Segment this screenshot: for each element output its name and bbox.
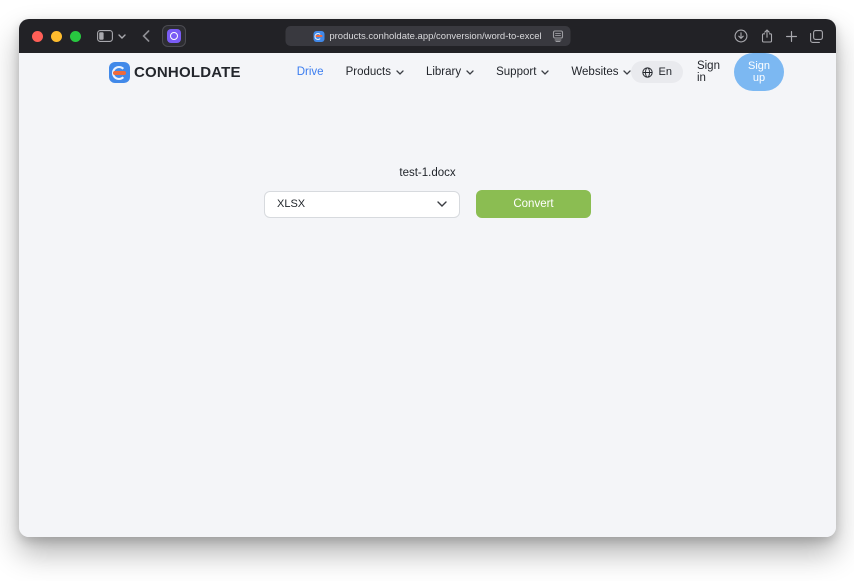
download-icon (734, 29, 748, 43)
browser-window: products.conholdate.app/conversion/word-… (19, 19, 836, 537)
chevron-down-icon (118, 34, 126, 39)
header-actions: En Sign in Sign up (631, 53, 784, 91)
address-text: products.conholdate.app/conversion/word-… (329, 31, 541, 42)
site-header: CONHOLDATE Drive Products Library (19, 53, 836, 91)
language-label: En (658, 66, 671, 78)
close-window-button[interactable] (32, 31, 43, 42)
nav-label: Library (426, 66, 461, 78)
page-content: CONHOLDATE Drive Products Library (19, 53, 836, 537)
downloads-button[interactable] (734, 29, 748, 43)
chevron-down-icon (466, 70, 474, 75)
tab-group-menu-button[interactable] (118, 34, 126, 39)
back-button[interactable] (142, 30, 150, 42)
nav-label: Websites (571, 66, 618, 78)
sign-up-button[interactable]: Sign up (734, 53, 784, 91)
site-favicon-icon (313, 31, 324, 42)
main-nav: Drive Products Library Support (297, 66, 632, 78)
file-name: test-1.docx (19, 167, 836, 179)
window-controls (32, 31, 81, 42)
globe-icon (642, 67, 653, 78)
share-icon (761, 29, 773, 43)
nav-item-products[interactable]: Products (346, 66, 404, 78)
tab-overview-button[interactable] (810, 30, 823, 43)
convert-button[interactable]: Convert (476, 190, 591, 218)
brand-logo[interactable]: CONHOLDATE (109, 62, 241, 83)
nav-label: Drive (297, 66, 324, 78)
chevron-down-icon (396, 70, 404, 75)
tabs-icon (810, 30, 823, 43)
fullscreen-window-button[interactable] (70, 31, 81, 42)
browser-titlebar: products.conholdate.app/conversion/word-… (19, 19, 836, 53)
chevron-down-icon (541, 70, 549, 75)
nav-label: Support (496, 66, 536, 78)
language-button[interactable]: En (631, 61, 682, 83)
nav-item-websites[interactable]: Websites (571, 66, 631, 78)
sign-in-link[interactable]: Sign in (697, 60, 720, 84)
nav-item-support[interactable]: Support (496, 66, 549, 78)
nav-item-drive[interactable]: Drive (297, 66, 324, 78)
format-select-value: XLSX (277, 198, 305, 210)
chevron-down-icon (623, 70, 631, 75)
minimize-window-button[interactable] (51, 31, 62, 42)
new-tab-button[interactable] (786, 31, 797, 42)
conholdate-logo-icon (109, 62, 130, 83)
sidebar-toggle-button[interactable] (97, 30, 113, 42)
share-button[interactable] (761, 29, 773, 43)
brand-name: CONHOLDATE (134, 64, 241, 81)
reader-mode-button[interactable] (552, 30, 563, 42)
converter-panel: test-1.docx XLSX Convert (19, 167, 836, 218)
plus-icon (786, 31, 797, 42)
format-select[interactable]: XLSX (264, 191, 460, 218)
web-app-button[interactable] (162, 25, 186, 47)
app-icon (167, 29, 181, 43)
sidebar-icon (97, 30, 113, 42)
nav-label: Products (346, 66, 391, 78)
back-chevron-icon (142, 30, 150, 42)
nav-item-library[interactable]: Library (426, 66, 474, 78)
address-bar[interactable]: products.conholdate.app/conversion/word-… (285, 26, 570, 46)
chevron-down-icon (437, 201, 447, 207)
